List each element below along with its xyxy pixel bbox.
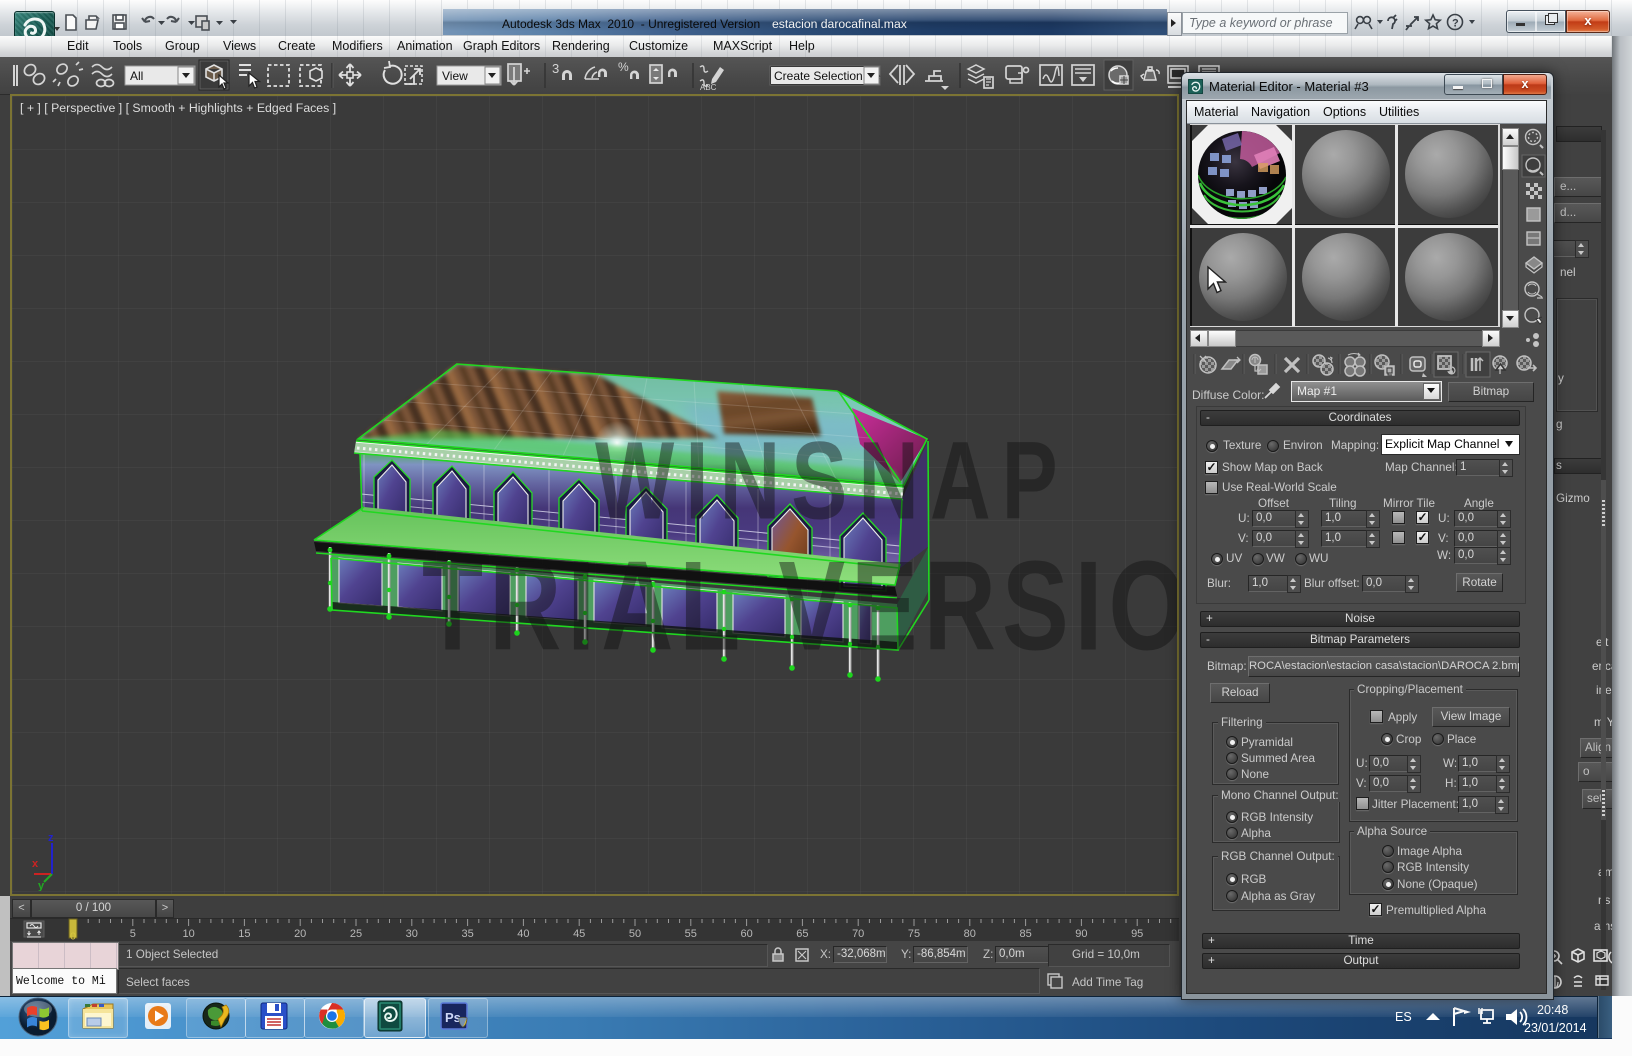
svg-text:60: 60 — [740, 928, 752, 940]
svg-text:%: % — [618, 60, 629, 74]
svg-text:70: 70 — [852, 928, 864, 940]
svg-text:40: 40 — [517, 928, 529, 940]
svg-text:15: 15 — [238, 928, 250, 940]
svg-text:z: z — [48, 832, 54, 844]
svg-text:Ps: Ps — [445, 1010, 461, 1025]
svg-text:All: All — [130, 69, 143, 83]
svg-text:?: ? — [1452, 18, 1459, 30]
svg-text:10: 10 — [182, 928, 194, 940]
svg-text:85: 85 — [1019, 928, 1031, 940]
svg-text:50: 50 — [629, 928, 641, 940]
svg-text:30: 30 — [406, 928, 418, 940]
svg-text:80: 80 — [964, 928, 976, 940]
svg-text:25: 25 — [350, 928, 362, 940]
svg-text:View: View — [442, 69, 468, 83]
svg-text:ABC: ABC — [700, 83, 717, 92]
svg-text:5: 5 — [130, 928, 136, 940]
svg-text:x: x — [32, 858, 39, 870]
svg-text:y: y — [38, 880, 45, 891]
svg-text:45: 45 — [573, 928, 585, 940]
svg-text:20: 20 — [294, 928, 306, 940]
svg-text:65: 65 — [796, 928, 808, 940]
svg-text:3: 3 — [552, 61, 559, 76]
svg-text:90: 90 — [1075, 928, 1087, 940]
svg-text:0: 0 — [70, 931, 76, 942]
svg-text:75: 75 — [908, 928, 920, 940]
svg-text:95: 95 — [1131, 928, 1143, 940]
svg-text:55: 55 — [685, 928, 697, 940]
svg-text:35: 35 — [461, 928, 473, 940]
